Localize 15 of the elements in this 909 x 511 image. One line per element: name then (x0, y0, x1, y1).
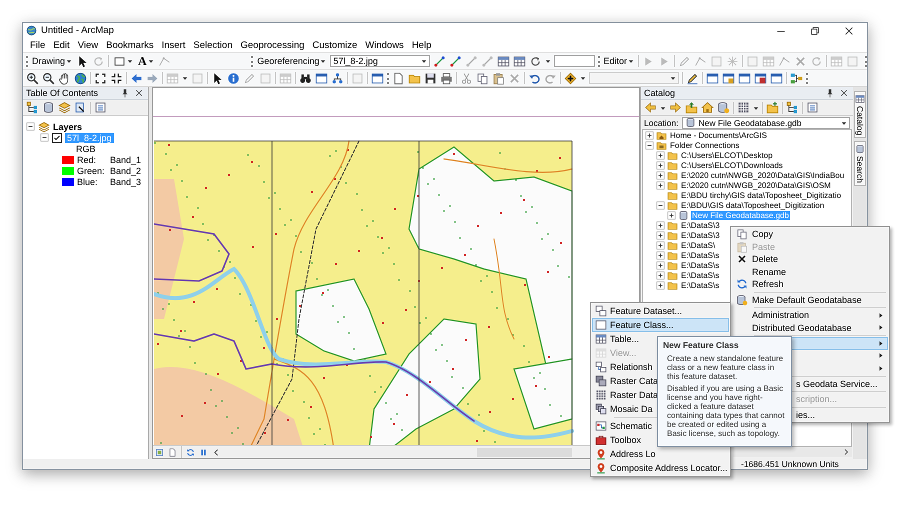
tooltip-text: Create a new standalone feature class or a new feature class in this feature dataset. (667, 354, 784, 381)
band-label: Band_1 (110, 154, 142, 164)
channel-label: Blue: (77, 176, 99, 186)
band-label: Band_3 (110, 176, 142, 186)
window-title: Untitled - ArcMap (41, 25, 114, 36)
renderer-label: RGB (76, 144, 96, 154)
tooltip-text: Disabled if you are using a Basic license and you have right-clicked a feature dataset containing data types that cannot be created or edited using a Basic license, such as topology. (667, 384, 786, 438)
panel-title: Table Of Contents (26, 88, 98, 98)
location-label: Location: (644, 118, 678, 128)
band-label: Band_2 (110, 166, 142, 176)
tooltip-title: New Feature Class (663, 341, 740, 350)
coordinate-readout: -1686.451 Unknown Units (741, 459, 839, 469)
channel-label: Red: (77, 154, 98, 164)
panel-title: Catalog (644, 88, 676, 98)
channel-label: Green: (77, 166, 106, 176)
